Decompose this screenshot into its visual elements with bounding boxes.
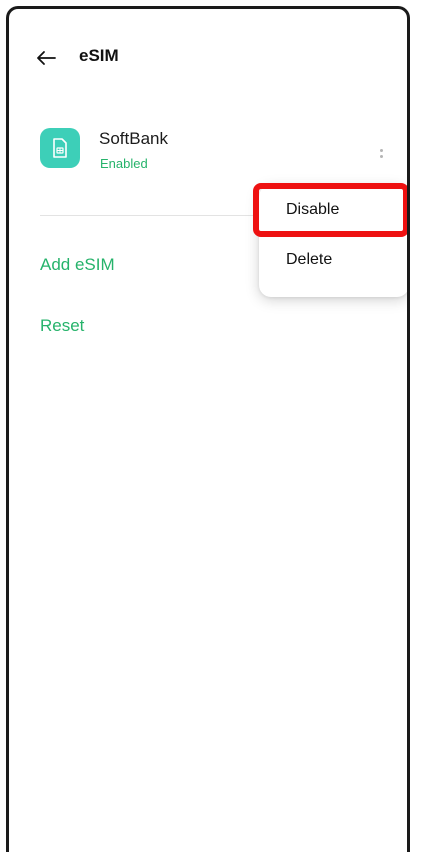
sim-card-icon <box>40 128 80 168</box>
sim-status-label: Enabled <box>100 156 148 171</box>
page-title: eSIM <box>79 46 119 65</box>
add-esim-link[interactable]: Add eSIM <box>40 255 115 275</box>
reset-link[interactable]: Reset <box>40 316 84 336</box>
esim-profile-row[interactable]: SoftBank Enabled <box>9 121 407 181</box>
menu-item-label: Delete <box>286 251 333 268</box>
menu-item-delete[interactable]: Delete <box>259 239 407 283</box>
phone-screen: eSIM SoftBank Enabled Add eSIM Reset Dis… <box>6 6 410 852</box>
more-options-button[interactable] <box>373 141 389 165</box>
options-popup-menu: Disable Delete <box>259 185 407 297</box>
back-button[interactable] <box>31 43 61 73</box>
more-vertical-icon <box>379 148 383 152</box>
menu-item-label: Disable <box>286 201 340 218</box>
app-bar: eSIM <box>9 9 407 105</box>
menu-item-disable[interactable]: Disable <box>259 189 407 233</box>
sim-carrier-name: SoftBank <box>99 129 168 148</box>
arrow-left-icon <box>37 51 56 65</box>
divider <box>40 215 260 216</box>
